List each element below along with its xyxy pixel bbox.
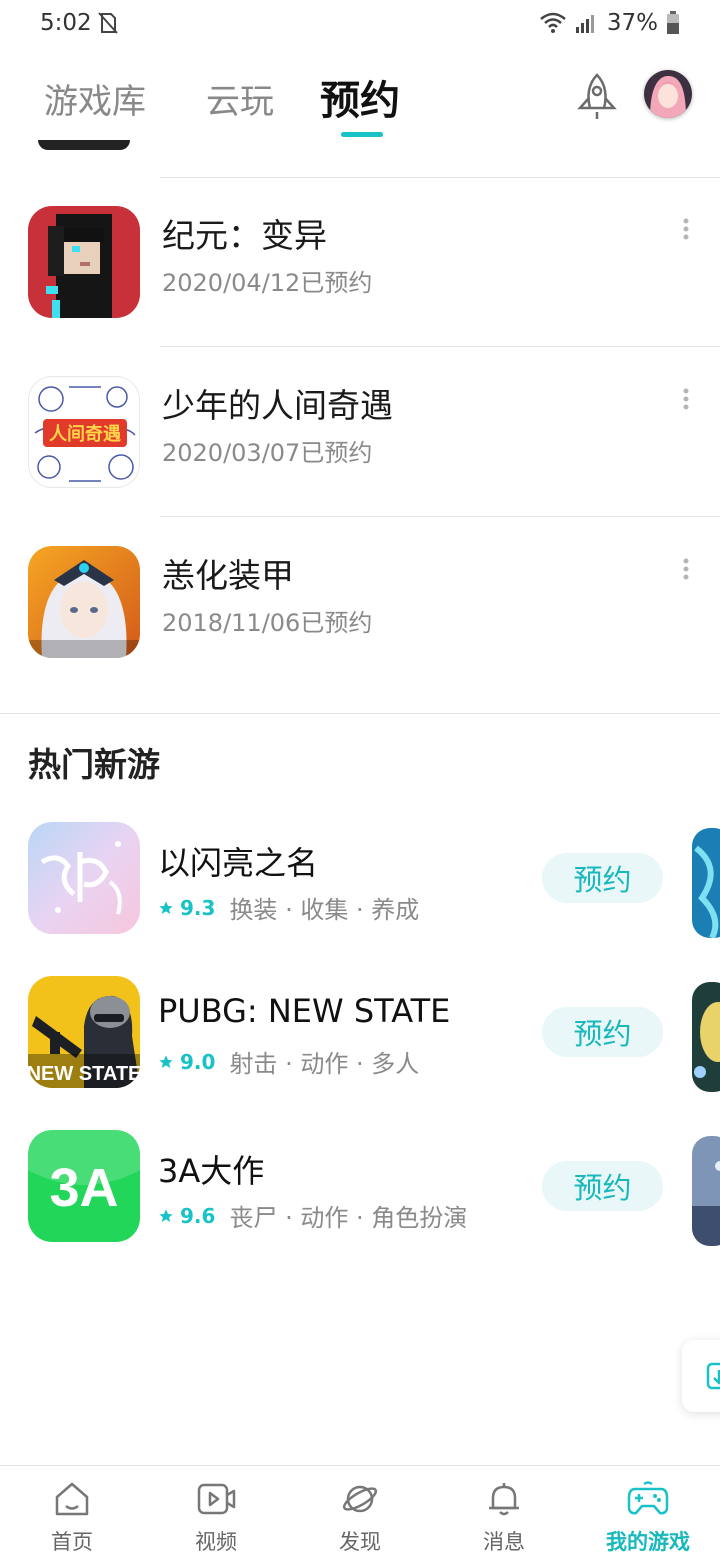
gamepad-icon xyxy=(627,1481,669,1515)
active-tab-indicator xyxy=(341,132,383,137)
planet-icon xyxy=(342,1485,378,1513)
hot-game-item[interactable]: 以闪亮之名 9.3 换装 · 收集 · 养成 预约 xyxy=(0,822,720,962)
video-icon xyxy=(197,1483,236,1515)
section-divider xyxy=(0,713,720,714)
carousel-peek-image[interactable] xyxy=(692,828,720,938)
more-options-icon[interactable] xyxy=(674,557,698,581)
nav-my-games[interactable]: 我的游戏 xyxy=(576,1466,720,1560)
bell-icon xyxy=(489,1483,519,1516)
game-icon-shaonian: 人间奇遇 xyxy=(28,376,140,488)
home-icon xyxy=(55,1482,89,1516)
star-icon xyxy=(159,900,173,914)
hot-game-item[interactable]: 3A 3A大作 9.6 丧尸 · 动作 · 角色扮演 预约 xyxy=(0,1130,720,1270)
rating: 9.3 xyxy=(180,895,216,920)
no-sim-icon xyxy=(98,12,118,34)
hot-game-item[interactable]: NEW STATE PUBG: NEW STATE 9.0 射击 · 动作 · … xyxy=(0,976,720,1116)
game-icon-pubg: NEW STATE xyxy=(28,976,140,1088)
game-icon-yanghua xyxy=(28,546,140,658)
status-bar: 5:02 37% xyxy=(0,0,720,48)
more-options-icon[interactable] xyxy=(674,387,698,411)
nav-label: 发现 xyxy=(339,1530,381,1554)
bottom-navigation: 首页 视频 发现 消息 我的游戏 xyxy=(0,1465,720,1560)
game-tags: 丧尸 · 动作 · 角色扮演 xyxy=(229,1204,468,1232)
game-title: 3A大作 xyxy=(158,1152,265,1190)
carousel-peek-image[interactable] xyxy=(692,1136,720,1246)
more-options-icon[interactable] xyxy=(674,217,698,241)
battery-percent: 37% xyxy=(606,10,658,36)
reservation-date: 2020/04/12已预约 xyxy=(162,269,373,297)
game-title: 少年的人间奇遇 xyxy=(162,386,393,425)
game-meta: 9.3 换装 · 收集 · 养成 xyxy=(158,890,419,925)
section-title: 热门新游 xyxy=(28,745,160,784)
nav-label: 我的游戏 xyxy=(606,1530,690,1554)
nav-label: 视频 xyxy=(195,1530,237,1554)
avatar[interactable] xyxy=(644,70,692,118)
game-title: 恙化装甲 xyxy=(162,556,294,595)
star-icon xyxy=(159,1208,173,1222)
nav-home[interactable]: 首页 xyxy=(0,1466,144,1560)
reserve-button[interactable]: 预约 xyxy=(542,1161,663,1211)
nav-label: 首页 xyxy=(51,1530,93,1554)
icon-text: 3A xyxy=(49,1158,118,1218)
floating-download-button[interactable] xyxy=(682,1340,720,1412)
reservation-date: 2018/11/06已预约 xyxy=(162,609,373,637)
reservation-item[interactable]: 恙化装甲 2018/11/06已预约 xyxy=(0,517,720,687)
icon-text: 人间奇遇 xyxy=(49,423,121,445)
game-meta: 9.6 丧尸 · 动作 · 角色扮演 xyxy=(158,1198,467,1233)
game-tags: 射击 · 动作 · 多人 xyxy=(229,1050,420,1078)
rating: 9.6 xyxy=(180,1203,216,1228)
game-title: 以闪亮之名 xyxy=(158,844,319,882)
reserve-button[interactable]: 预约 xyxy=(542,853,663,903)
game-tags: 换装 · 收集 · 养成 xyxy=(229,896,420,924)
tab-reservations[interactable]: 预约 xyxy=(320,68,400,126)
game-meta: 9.0 射击 · 动作 · 多人 xyxy=(158,1044,419,1079)
partial-game-icon xyxy=(38,140,130,150)
nav-label: 消息 xyxy=(483,1530,525,1554)
status-right: 37% xyxy=(539,10,680,36)
nav-discover[interactable]: 发现 xyxy=(288,1466,432,1560)
rating: 9.0 xyxy=(180,1049,216,1074)
signal-icon xyxy=(575,15,594,33)
reserve-button[interactable]: 预约 xyxy=(542,1007,663,1057)
game-title: PUBG: NEW STATE xyxy=(158,992,451,1030)
game-icon-3a: 3A xyxy=(28,1130,140,1242)
game-title: 纪元：变异 xyxy=(162,216,327,255)
wifi-icon xyxy=(540,12,566,33)
carousel-peek-image[interactable] xyxy=(692,982,720,1092)
reservation-item[interactable]: 纪元：变异 2020/04/12已预约 xyxy=(0,177,720,347)
tab-cloud-play[interactable]: 云玩 xyxy=(206,74,274,123)
icon-text: NEW STATE xyxy=(28,1063,140,1085)
rocket-icon[interactable] xyxy=(575,72,619,122)
star-icon xyxy=(159,1054,173,1068)
nav-messages[interactable]: 消息 xyxy=(432,1466,576,1560)
tab-game-library[interactable]: 游戏库 xyxy=(44,74,146,123)
game-icon-shanliang xyxy=(28,822,140,934)
top-tab-bar: 游戏库 云玩 预约 xyxy=(0,56,720,144)
download-icon xyxy=(706,1362,720,1390)
reservation-item[interactable]: 人间奇遇 少年的人间奇遇 2020/03/07已预约 xyxy=(0,347,720,517)
nav-video[interactable]: 视频 xyxy=(144,1466,288,1560)
status-time: 5:02 xyxy=(40,10,92,36)
game-icon-jiyuan xyxy=(28,206,140,318)
battery-icon xyxy=(667,11,679,34)
reservation-date: 2020/03/07已预约 xyxy=(162,439,373,467)
